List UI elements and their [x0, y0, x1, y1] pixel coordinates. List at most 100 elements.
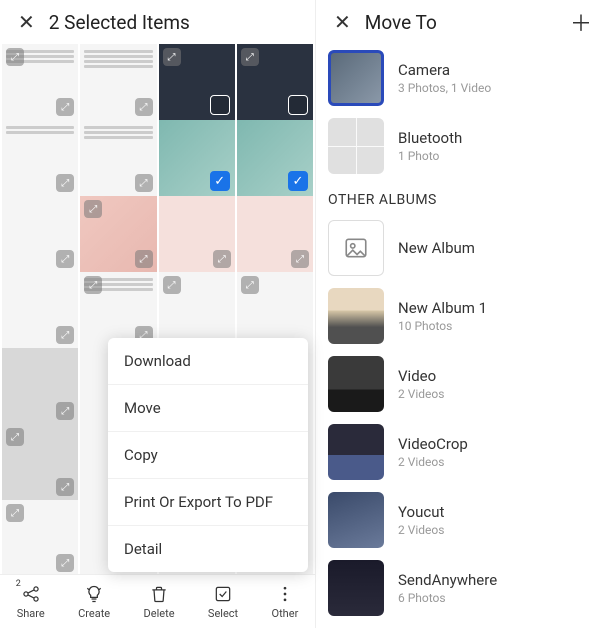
- expand-icon: ⤢: [291, 250, 309, 268]
- right-header: ✕ Move To ＋: [316, 0, 610, 44]
- section-other-albums: OTHER ALBUMS: [328, 180, 598, 214]
- album-meta: 10 Photos: [398, 319, 598, 333]
- menu-print[interactable]: Print Or Export To PDF: [108, 479, 308, 526]
- delete-label: Delete: [144, 607, 175, 620]
- album-thumb: [328, 118, 384, 174]
- share-button[interactable]: 2 Share: [17, 583, 45, 620]
- share-badge: 2: [16, 579, 21, 589]
- move-to-title: Move To: [365, 11, 437, 34]
- album-thumb: [328, 288, 384, 344]
- grid-thumb[interactable]: ⤢: [159, 44, 235, 120]
- grid-thumb[interactable]: ⤢: [237, 44, 313, 120]
- album-name: New Album: [398, 239, 598, 257]
- grid-thumb[interactable]: ⤢: [2, 120, 78, 196]
- expand-icon: ⤢: [56, 402, 74, 420]
- album-meta: 2 Videos: [398, 387, 598, 401]
- expand-icon: ⤢: [135, 98, 153, 116]
- context-menu: Download Move Copy Print Or Export To PD…: [108, 338, 308, 572]
- lightbulb-icon: [83, 583, 105, 605]
- album-list[interactable]: Camera 3 Photos, 1 Video Bluetooth 1 Pho…: [316, 44, 610, 628]
- checkbox-unchecked[interactable]: [288, 95, 308, 115]
- expand-icon: ⤢: [56, 326, 74, 344]
- create-label: Create: [78, 607, 110, 620]
- album-sendanywhere[interactable]: SendAnywhere 6 Photos: [328, 554, 598, 622]
- album-new-1[interactable]: New Album 1 10 Photos: [328, 282, 598, 350]
- album-videocrop[interactable]: VideoCrop 2 Videos: [328, 418, 598, 486]
- album-youcut[interactable]: Youcut 2 Videos: [328, 486, 598, 554]
- grid-thumb[interactable]: ⤢: [159, 196, 235, 272]
- other-label: Other: [272, 607, 299, 620]
- grid-thumb[interactable]: ⤢: [237, 272, 313, 348]
- checkbox-checked[interactable]: ✓: [288, 171, 308, 191]
- expand-icon: ⤢: [56, 554, 74, 572]
- album-thumb: [328, 492, 384, 548]
- album-camera[interactable]: Camera 3 Photos, 1 Video: [328, 44, 598, 112]
- create-button[interactable]: Create: [78, 583, 110, 620]
- album-name: VideoCrop: [398, 435, 598, 453]
- other-button[interactable]: Other: [272, 583, 299, 620]
- grid-thumb[interactable]: ⤢ ⤢: [80, 272, 156, 348]
- left-header: ✕ 2 Selected Items: [0, 0, 315, 44]
- album-thumb: [328, 220, 384, 276]
- grid-thumb[interactable]: ⤢ ⤢: [2, 44, 78, 120]
- grid-thumb[interactable]: ✓: [159, 120, 235, 196]
- checkbox-checked[interactable]: ✓: [210, 171, 230, 191]
- album-thumb: [328, 424, 384, 480]
- move-to-pane: ✕ Move To ＋ Camera 3 Photos, 1 Video Blu…: [316, 0, 610, 628]
- share-label: Share: [17, 607, 45, 620]
- album-bluetooth[interactable]: Bluetooth 1 Photo: [328, 112, 598, 180]
- expand-icon: ⤢: [241, 48, 259, 66]
- selection-title: 2 Selected Items: [49, 11, 190, 34]
- grid-thumb[interactable]: ⤢: [2, 348, 78, 424]
- menu-detail[interactable]: Detail: [108, 526, 308, 572]
- grid-thumb[interactable]: ⤢ ⤢: [80, 196, 156, 272]
- expand-icon: ⤢: [213, 250, 231, 268]
- grid-thumb[interactable]: ⤢: [159, 272, 235, 348]
- album-meta: 1 Photo: [398, 149, 598, 163]
- album-name: Video: [398, 367, 598, 385]
- grid-thumb[interactable]: ✓: [237, 120, 313, 196]
- album-thumb: [328, 356, 384, 412]
- grid-thumb[interactable]: ⤢: [2, 196, 78, 272]
- album-meta: 2 Videos: [398, 523, 598, 537]
- bottom-toolbar: 2 Share Create Delete Select Ot: [0, 574, 315, 628]
- album-name: SendAnywhere: [398, 571, 598, 589]
- checkbox-unchecked[interactable]: [210, 95, 230, 115]
- menu-copy[interactable]: Copy: [108, 432, 308, 479]
- expand-icon: ⤢: [56, 98, 74, 116]
- close-icon[interactable]: ✕: [326, 6, 359, 38]
- grid-thumb[interactable]: ⤢ ⤢: [2, 500, 78, 574]
- grid-thumb[interactable]: ⤢: [80, 44, 156, 120]
- grid-thumb[interactable]: ⤢: [237, 196, 313, 272]
- expand-icon: ⤢: [241, 276, 259, 294]
- album-name: New Album 1: [398, 299, 598, 317]
- album-thumb: [328, 560, 384, 616]
- expand-icon: ⤢: [84, 200, 102, 218]
- picture-icon: [343, 235, 369, 261]
- expand-icon: ⤢: [84, 276, 102, 294]
- grid-thumb[interactable]: ⤢: [80, 120, 156, 196]
- grid-thumb[interactable]: ⤢ ⤢: [2, 424, 78, 500]
- album-video[interactable]: Video 2 Videos: [328, 350, 598, 418]
- selection-pane: ✕ 2 Selected Items ⤢ ⤢ ⤢ ⤢ ⤢ ⤢ ⤢: [0, 0, 316, 628]
- close-icon[interactable]: ✕: [10, 6, 43, 38]
- select-label: Select: [208, 607, 238, 620]
- select-button[interactable]: Select: [208, 583, 238, 620]
- expand-icon: ⤢: [6, 48, 24, 66]
- trash-icon: [148, 583, 170, 605]
- add-icon[interactable]: ＋: [562, 2, 600, 42]
- more-icon: [274, 583, 296, 605]
- menu-move[interactable]: Move: [108, 385, 308, 432]
- expand-icon: ⤢: [56, 250, 74, 268]
- album-name: Bluetooth: [398, 129, 598, 147]
- delete-button[interactable]: Delete: [144, 583, 175, 620]
- expand-icon: ⤢: [56, 478, 74, 496]
- menu-download[interactable]: Download: [108, 338, 308, 385]
- album-name: Camera: [398, 61, 598, 79]
- expand-icon: ⤢: [56, 174, 74, 192]
- album-meta: 3 Photos, 1 Video: [398, 81, 598, 95]
- album-new[interactable]: New Album: [328, 214, 598, 282]
- expand-icon: ⤢: [6, 504, 24, 522]
- grid-thumb[interactable]: ⤢: [2, 272, 78, 348]
- select-icon: [212, 583, 234, 605]
